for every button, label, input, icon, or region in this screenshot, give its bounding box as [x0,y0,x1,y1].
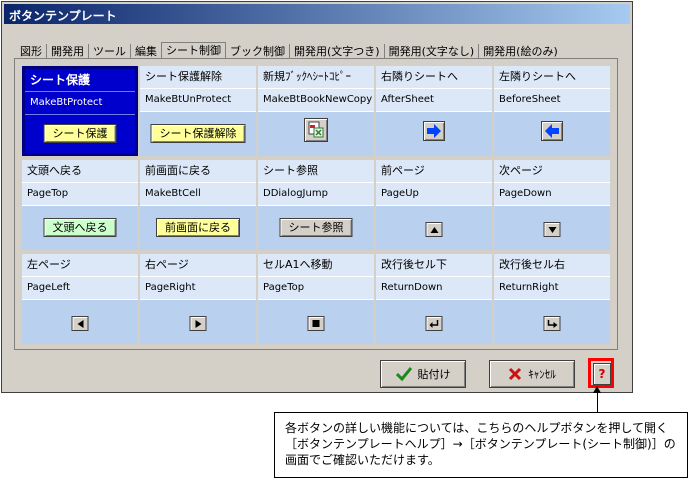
cell-label: シート保護解除 [140,66,256,89]
help-button[interactable]: ? [593,363,611,385]
return-right-icon[interactable] [543,316,561,331]
button-grid-panel: シート保護 MakeBtProtect シート保護 シート保護解除 MakeBt… [14,58,618,350]
help-callout: 各ボタンの詳しい機能については、こちらのヘルプボタンを押して開く［ボタンテンプレ… [274,412,688,478]
template-cell-goto-a1[interactable]: セルA1へ移動 PageTop [258,254,374,344]
cell-macro-name: BeforeSheet [494,89,610,112]
paste-button-label: 貼付け [417,368,451,381]
cell-macro-name: MakeBtCell [140,183,256,206]
cell-label: 文頭へ戻る [22,160,138,183]
template-cell-page-left[interactable]: 左ページ PageLeft [22,254,138,344]
sample-button-prev-screen[interactable]: 前画面に戻る [156,218,240,237]
cell-macro-name: PageUp [376,183,492,206]
template-cell-sheet-ref[interactable]: シート参照 DDialogJump シート参照 [258,160,374,250]
help-highlight: ? [588,358,614,388]
cell-label: 次ページ [494,160,610,183]
cell-label: 左ページ [22,254,138,277]
title-bar[interactable]: ボタンテンプレート [4,4,630,24]
check-icon [395,367,412,381]
template-cell-page-right[interactable]: 右ページ PageRight [140,254,256,344]
template-cell-sheet-protect[interactable]: シート保護 MakeBtProtect シート保護 [22,66,138,156]
close-icon [509,367,522,381]
paste-button[interactable]: 貼付け [380,360,466,388]
cell-macro-name: PageTop [258,277,374,300]
template-cell-page-top[interactable]: 文頭へ戻る PageTop 文頭へ戻る [22,160,138,250]
cell-label: 右ページ [140,254,256,277]
cell-label: 左隣りシートへ [494,66,610,89]
sample-button-page-top[interactable]: 文頭へ戻る [43,218,117,237]
copy-sheet-icon[interactable] [304,118,328,142]
cell-label: セルA1へ移動 [258,254,374,277]
triangle-right-icon[interactable] [189,316,207,331]
cell-label: シート保護 [25,69,135,92]
return-down-icon[interactable] [425,316,443,331]
sample-button-sheet-protect[interactable]: シート保護 [43,124,117,143]
cell-label: 改行後セル右 [494,254,610,277]
template-cell-return-right[interactable]: 改行後セル右 ReturnRight [494,254,610,344]
sample-button-sheet-unprotect[interactable]: シート保護解除 [150,124,246,143]
template-cell-prev-screen[interactable]: 前画面に戻る MakeBtCell 前画面に戻る [140,160,256,250]
template-cell-new-book-copy[interactable]: 新規ﾌﾞｯｸﾍｼｰﾄｺﾋﾟｰ MakeBtBookNewCopy [258,66,374,156]
cell-label: 右隣りシートへ [376,66,492,89]
cell-label: シート参照 [258,160,374,183]
cell-macro-name: ReturnRight [494,277,610,300]
template-cell-sheet-unprotect[interactable]: シート保護解除 MakeBtUnProtect シート保護解除 [140,66,256,156]
cell-label: 新規ﾌﾞｯｸﾍｼｰﾄｺﾋﾟｰ [258,66,374,89]
template-cell-page-down[interactable]: 次ページ PageDown [494,160,610,250]
template-cell-prev-sheet[interactable]: 左隣りシートへ BeforeSheet [494,66,610,156]
window-title: ボタンテンプレート [9,9,117,23]
cell-macro-name: MakeBtUnProtect [140,89,256,112]
template-cell-page-up[interactable]: 前ページ PageUp [376,160,492,250]
cell-macro-name: PageRight [140,277,256,300]
square-stop-icon[interactable] [307,316,325,331]
cell-label: 改行後セル下 [376,254,492,277]
cell-macro-name: AfterSheet [376,89,492,112]
cell-macro-name: MakeBtBookNewCopy [258,89,374,112]
cancel-button[interactable]: ｷｬﾝｾﾙ [489,360,575,388]
cell-macro-name: PageLeft [22,277,138,300]
cell-macro-name: DDialogJump [258,183,374,206]
cell-label: 前ページ [376,160,492,183]
template-cell-next-sheet[interactable]: 右隣りシートへ AfterSheet [376,66,492,156]
cell-macro-name: ReturnDown [376,277,492,300]
button-template-window: ボタンテンプレート 図形 開発用 ツール 編集 シート制御 ブック制御 開発用(… [1,1,633,393]
arrow-right-icon[interactable] [423,121,445,141]
callout-connector-line [597,387,598,413]
template-cell-return-down[interactable]: 改行後セル下 ReturnDown [376,254,492,344]
triangle-down-icon[interactable] [543,222,561,237]
triangle-up-icon[interactable] [425,222,443,237]
arrow-left-icon[interactable] [541,121,563,141]
cell-label: 前画面に戻る [140,160,256,183]
cell-macro-name: PageTop [22,183,138,206]
triangle-left-icon[interactable] [71,316,89,331]
cancel-button-label: ｷｬﾝｾﾙ [528,368,556,381]
cell-macro-name: MakeBtProtect [25,92,135,115]
cell-macro-name: PageDown [494,183,610,206]
sample-button-sheet-ref[interactable]: シート参照 [279,218,353,237]
